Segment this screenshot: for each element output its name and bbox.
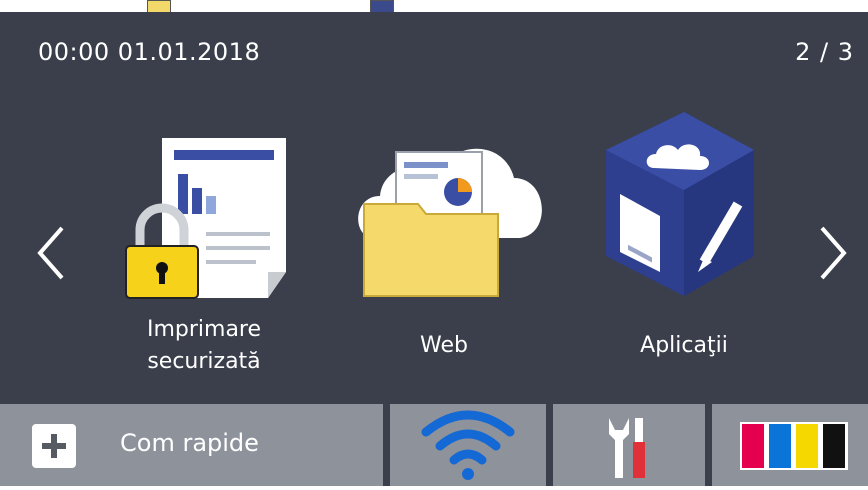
toner-cyan xyxy=(769,424,791,468)
tile-web[interactable]: Web xyxy=(334,112,554,392)
settings-tools-icon xyxy=(609,418,645,478)
tile-web-label: Web xyxy=(420,333,468,358)
top-strip xyxy=(0,0,868,14)
shortcuts-button[interactable]: Com rapide xyxy=(0,404,383,486)
tile-apps[interactable]: Aplicaţii xyxy=(574,112,794,392)
chevron-left-icon xyxy=(37,226,64,280)
web-cloud-folder-icon xyxy=(358,148,542,297)
page-indicator: 2 / 3 xyxy=(795,38,854,66)
tile-secure-print-label: Imprimare securizată xyxy=(146,317,262,374)
plus-icon xyxy=(32,424,76,468)
wifi-button[interactable] xyxy=(390,404,546,486)
apps-cube-icon xyxy=(606,112,754,296)
toner-magenta xyxy=(742,424,764,468)
shortcuts-label: Com rapide xyxy=(120,429,259,457)
tile-secure-print[interactable]: Imprimare securizată xyxy=(94,112,314,392)
wifi-icon xyxy=(421,410,515,480)
next-page-button[interactable] xyxy=(812,218,852,288)
settings-button[interactable] xyxy=(553,404,705,486)
toner-yellow xyxy=(796,424,818,468)
toner-black xyxy=(823,424,845,468)
bottom-toolbar: Com rapide xyxy=(0,404,868,486)
toner-button[interactable] xyxy=(712,404,868,486)
prev-page-button[interactable] xyxy=(32,218,72,288)
tile-apps-label: Aplicaţii xyxy=(640,333,728,358)
secure-print-icon xyxy=(125,138,286,299)
datetime-display: 00:00 01.01.2018 xyxy=(38,38,261,66)
toner-levels-icon xyxy=(740,422,848,470)
chevron-right-icon xyxy=(820,226,847,280)
